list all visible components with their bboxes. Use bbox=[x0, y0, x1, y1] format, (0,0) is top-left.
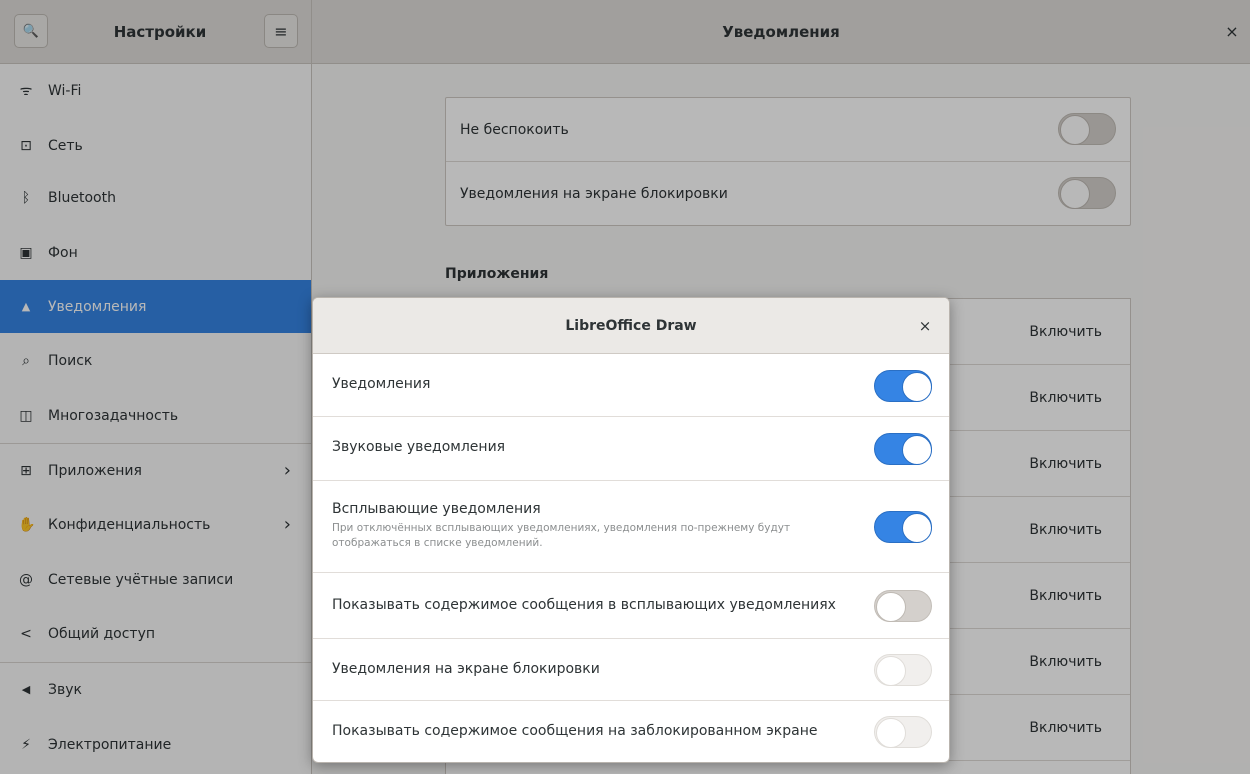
lock-screen-content-label: Показывать содержимое сообщения на забло… bbox=[332, 723, 818, 739]
notifications-label: Уведомления bbox=[332, 376, 431, 392]
popup-notifications-description: При отключённых всплывающих уведомлениях… bbox=[332, 522, 791, 549]
lock-screen-label: Уведомления на экране блокировки bbox=[332, 661, 600, 677]
dialog-close-button[interactable]: × bbox=[913, 314, 937, 338]
notifications-switch[interactable] bbox=[874, 370, 932, 402]
popup-notifications-row[interactable]: Всплывающие уведомления При отключённых … bbox=[313, 481, 949, 573]
lock-screen-content-row: Показывать содержимое сообщения на забло… bbox=[313, 701, 949, 762]
popup-content-row[interactable]: Показывать содержимое сообщения в всплыв… bbox=[313, 573, 949, 639]
popup-notifications-label: Всплывающие уведомления bbox=[332, 501, 541, 517]
lock-screen-content-switch bbox=[874, 716, 932, 748]
dialog-headerbar: LibreOffice Draw × bbox=[313, 298, 949, 354]
lock-screen-row: Уведомления на экране блокировки bbox=[313, 639, 949, 701]
sound-alerts-row[interactable]: Звуковые уведомления bbox=[313, 417, 949, 481]
popup-content-switch[interactable] bbox=[874, 590, 932, 622]
notifications-row[interactable]: Уведомления bbox=[313, 355, 949, 417]
lock-screen-switch bbox=[874, 654, 932, 686]
dialog-title: LibreOffice Draw bbox=[565, 318, 697, 334]
popup-content-label: Показывать содержимое сообщения в всплыв… bbox=[332, 597, 836, 613]
popup-notifications-switch[interactable] bbox=[874, 511, 932, 543]
close-icon: × bbox=[918, 317, 932, 335]
sound-alerts-switch[interactable] bbox=[874, 433, 932, 465]
sound-alerts-label: Звуковые уведомления bbox=[332, 439, 506, 455]
settings-window: 🔍 Настройки ≡ Уведомления × ᯤ Wi-Fi ⊡ Се… bbox=[0, 0, 1250, 774]
app-notifications-dialog: LibreOffice Draw × Уведомления Звуковые … bbox=[312, 297, 950, 763]
